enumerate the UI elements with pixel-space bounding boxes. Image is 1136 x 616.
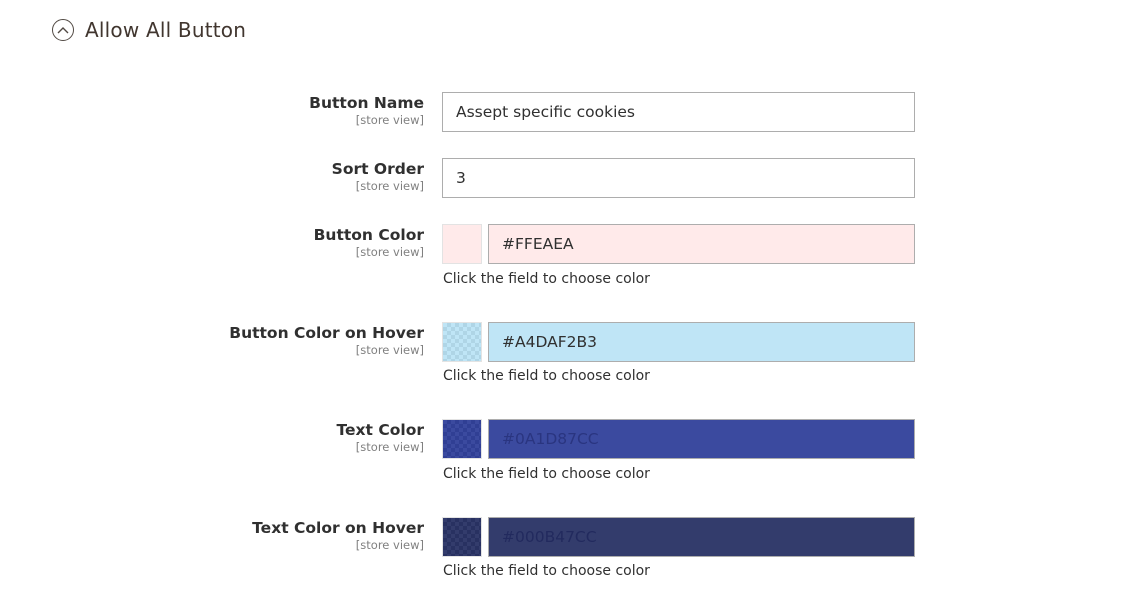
text-color-hover-input[interactable] [488, 517, 915, 557]
field-label: Text Color on Hover [store view] [252, 518, 424, 552]
section-header[interactable]: Allow All Button [52, 17, 246, 43]
text-color-hover-swatch[interactable] [442, 517, 482, 557]
color-hint: Click the field to choose color [443, 466, 650, 482]
label-text: Button Name [309, 94, 424, 112]
sort-order-input[interactable] [442, 158, 915, 198]
button-name-input[interactable] [442, 92, 915, 132]
scope-label: [store view] [355, 245, 424, 259]
text-color-swatch[interactable] [442, 419, 482, 459]
label-text: Text Color [336, 421, 424, 439]
field-label: Text Color [store view] [337, 420, 424, 454]
label-text: Sort Order [331, 160, 424, 178]
color-hint: Click the field to choose color [443, 563, 650, 579]
button-color-hover-input[interactable] [488, 322, 915, 362]
field-label: Sort Order [store view] [332, 159, 424, 193]
button-color-swatch[interactable] [442, 224, 482, 264]
scope-label: [store view] [355, 179, 424, 193]
color-hint: Click the field to choose color [443, 271, 650, 287]
scope-label: [store view] [355, 538, 424, 552]
chevron-up-icon[interactable] [52, 19, 74, 41]
field-label: Button Color on Hover [store view] [229, 323, 424, 357]
color-hint: Click the field to choose color [443, 368, 650, 384]
scope-label: [store view] [355, 440, 424, 454]
field-label: Button Name [store view] [309, 93, 424, 127]
button-color-hover-swatch[interactable] [442, 322, 482, 362]
text-color-input[interactable] [488, 419, 915, 459]
section-title: Allow All Button [85, 18, 247, 42]
field-label: Button Color [store view] [314, 225, 424, 259]
label-text: Text Color on Hover [252, 519, 424, 537]
label-text: Button Color on Hover [229, 324, 424, 342]
scope-label: [store view] [355, 343, 424, 357]
label-text: Button Color [313, 226, 424, 244]
scope-label: [store view] [355, 113, 424, 127]
button-color-input[interactable] [488, 224, 915, 264]
